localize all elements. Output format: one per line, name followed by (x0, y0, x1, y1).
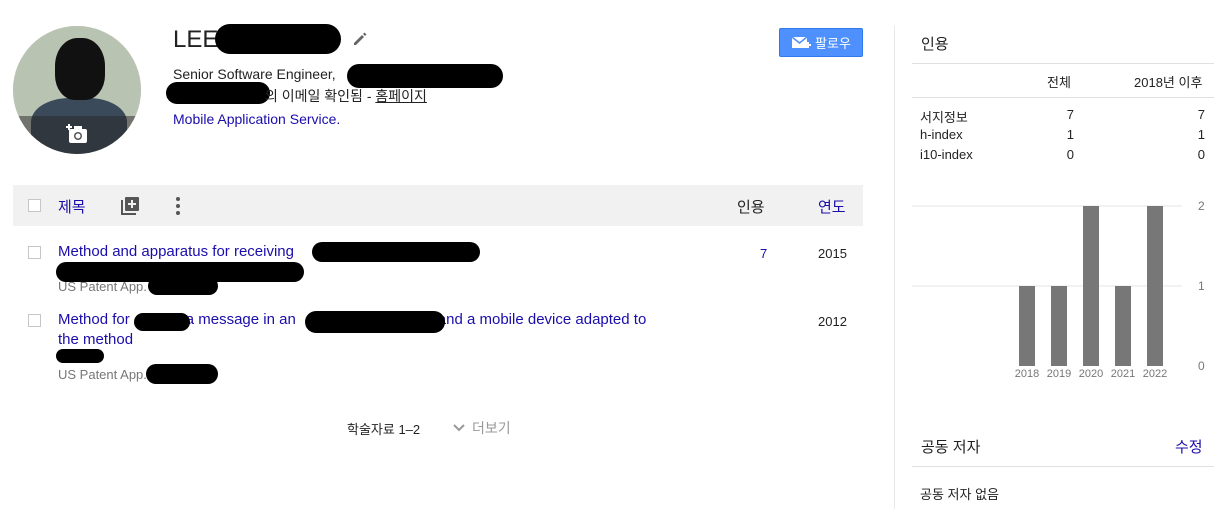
col-all-header: 전체 (1047, 75, 1071, 90)
row-checkbox[interactable] (28, 314, 41, 327)
homepage-link[interactable]: 홈페이지 (375, 88, 427, 104)
chart-bar[interactable] (1147, 206, 1163, 366)
more-options-icon[interactable] (174, 196, 182, 216)
chart-bar[interactable] (1019, 286, 1035, 366)
article-venue: US Patent App. (58, 367, 147, 382)
select-all-checkbox[interactable] (28, 199, 41, 212)
row-checkbox[interactable] (28, 246, 41, 259)
redaction (305, 311, 445, 333)
redaction (166, 82, 270, 104)
chart-bar[interactable] (1051, 286, 1067, 366)
articles-table-header: 제목 인용 연도 (13, 185, 863, 226)
profile-affiliation: Senior Software Engineer, (173, 66, 336, 82)
redaction (215, 24, 341, 54)
coauthors-edit-link[interactable]: 수정 (1175, 436, 1203, 457)
stat-value: 0 (1066, 147, 1074, 162)
divider (912, 97, 1214, 98)
stat-value: 1 (1197, 127, 1205, 142)
article-venue: US Patent App. (58, 279, 147, 294)
chart-x-tick-label: 2021 (1111, 368, 1135, 380)
panel-divider (894, 26, 895, 509)
chart-y-tick-label: 0 (1198, 359, 1205, 373)
email-status: 의 이메일 확인됨 - (265, 88, 376, 104)
avatar-head-redacted (55, 38, 105, 100)
research-interest-link[interactable]: Mobile Application Service. (173, 111, 340, 127)
citations-bar-chart: 2 1 0 2018 2019 2020 2021 2022 (912, 199, 1205, 380)
profile-name: LEE (173, 26, 219, 53)
stat-label-h-index[interactable]: h-index (920, 127, 963, 142)
coauthors-empty-text: 공동 저자 없음 (920, 487, 999, 502)
sort-by-citations[interactable]: 인용 (737, 196, 765, 217)
profile-avatar[interactable] (13, 26, 141, 154)
show-more-button[interactable]: 더보기 (452, 418, 511, 438)
redaction (312, 242, 480, 262)
email-verified-text: 의 이메일 확인됨 - 홈페이지 (265, 86, 427, 106)
stat-value: 1 (1066, 127, 1074, 142)
redaction (56, 349, 104, 363)
chart-x-tick-label: 2019 (1047, 368, 1071, 380)
redaction (146, 364, 218, 384)
follow-label: 팔로우 (815, 36, 851, 51)
chart-y-tick-label: 1 (1198, 279, 1205, 293)
article-year: 2015 (818, 246, 847, 261)
divider (912, 466, 1214, 467)
chart-x-tick-label: 2018 (1015, 368, 1039, 380)
chart-x-tick-label: 2022 (1143, 368, 1167, 380)
stat-value: 7 (1066, 107, 1074, 122)
chevron-down-icon (453, 424, 465, 432)
stat-value: 0 (1197, 147, 1205, 162)
follow-button[interactable]: 팔로우 (779, 28, 863, 57)
mail-add-icon (791, 35, 812, 48)
redaction (134, 313, 190, 331)
pagination-label: 학술자료 1–2 (347, 422, 421, 437)
coauthors-title: 공동 저자 (921, 439, 981, 456)
redaction (347, 64, 503, 88)
chart-x-tick-label: 2020 (1079, 368, 1103, 380)
chart-y-tick-label: 2 (1198, 199, 1205, 213)
article-year: 2012 (818, 314, 847, 329)
article-title-link[interactable]: Method and apparatus for receiving (58, 242, 294, 262)
chart-bar[interactable] (1115, 286, 1131, 366)
sort-by-year[interactable]: 연도 (818, 196, 846, 217)
stat-value: 7 (1197, 107, 1205, 122)
col-since-header: 2018년 이후 (1134, 75, 1203, 90)
edit-pencil-icon[interactable] (352, 31, 368, 47)
citations-panel-title: 인용 (921, 36, 949, 53)
show-more-label: 더보기 (472, 420, 511, 436)
divider (912, 63, 1214, 64)
change-photo-overlay[interactable] (13, 116, 141, 154)
chart-bar[interactable] (1083, 206, 1099, 366)
sort-by-title[interactable]: 제목 (58, 196, 86, 217)
stat-label-citations[interactable]: 서지정보 (920, 107, 968, 126)
add-article-icon[interactable] (120, 196, 140, 216)
cited-by-link[interactable]: 7 (760, 246, 767, 261)
redaction (148, 277, 218, 295)
camera-add-icon (66, 124, 87, 143)
stat-label-i10-index[interactable]: i10-index (920, 147, 973, 162)
